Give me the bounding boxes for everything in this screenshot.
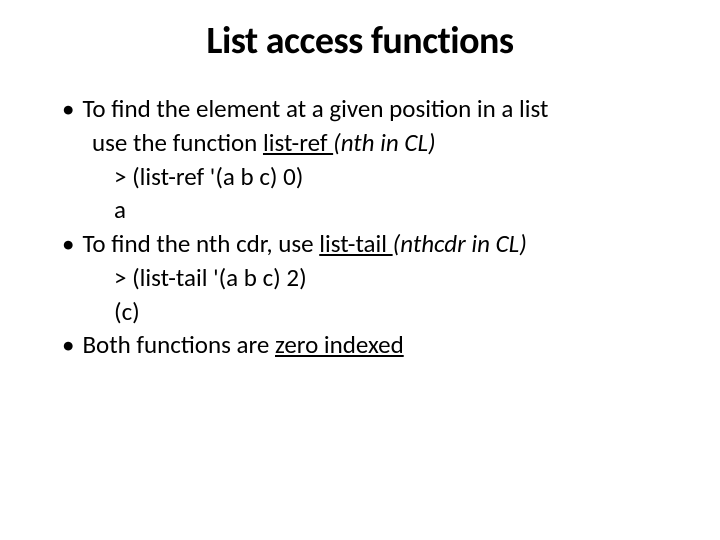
- bullet-2-post: (nthcdr in CL): [393, 228, 527, 259]
- bullet-1-pre: use the function: [92, 127, 263, 158]
- bullet-2: • To find the nth cdr, use list-tail (nt…: [62, 227, 670, 261]
- bullet-3-text: Both functions are zero indexed: [82, 328, 403, 362]
- bullet-1-continuation: use the function list-ref (nth in CL): [62, 126, 670, 160]
- bullet-3: • Both functions are zero indexed: [62, 328, 670, 362]
- bullet-1: • To find the element at a given positio…: [62, 92, 670, 126]
- bullet-marker: •: [62, 92, 74, 126]
- bullet-1-code-line1: > (list-ref '(a b c) 0): [62, 160, 670, 194]
- bullet-2-code-line2: (c): [62, 295, 670, 329]
- bullet-marker: •: [62, 328, 74, 362]
- bullet-3-pre: Both functions are: [82, 329, 275, 360]
- slide-title: List access functions: [50, 18, 670, 64]
- bullet-1-code-line2: a: [62, 193, 670, 227]
- bullet-2-text: To find the nth cdr, use list-tail (nthc…: [82, 227, 526, 261]
- bullet-1-text-line1: To find the element at a given position …: [82, 92, 548, 126]
- bullet-2-code-line1: > (list-tail '(a b c) 2): [62, 261, 670, 295]
- bullet-marker: •: [62, 227, 74, 261]
- bullet-3-func: zero indexed: [275, 329, 404, 360]
- bullet-2-func: list-tail: [319, 228, 392, 259]
- slide-body: • To find the element at a given positio…: [50, 92, 670, 362]
- bullet-2-pre: To find the nth cdr, use: [82, 228, 319, 259]
- bullet-1-func: list-ref: [263, 127, 333, 158]
- bullet-1-post: (nth in CL): [333, 127, 435, 158]
